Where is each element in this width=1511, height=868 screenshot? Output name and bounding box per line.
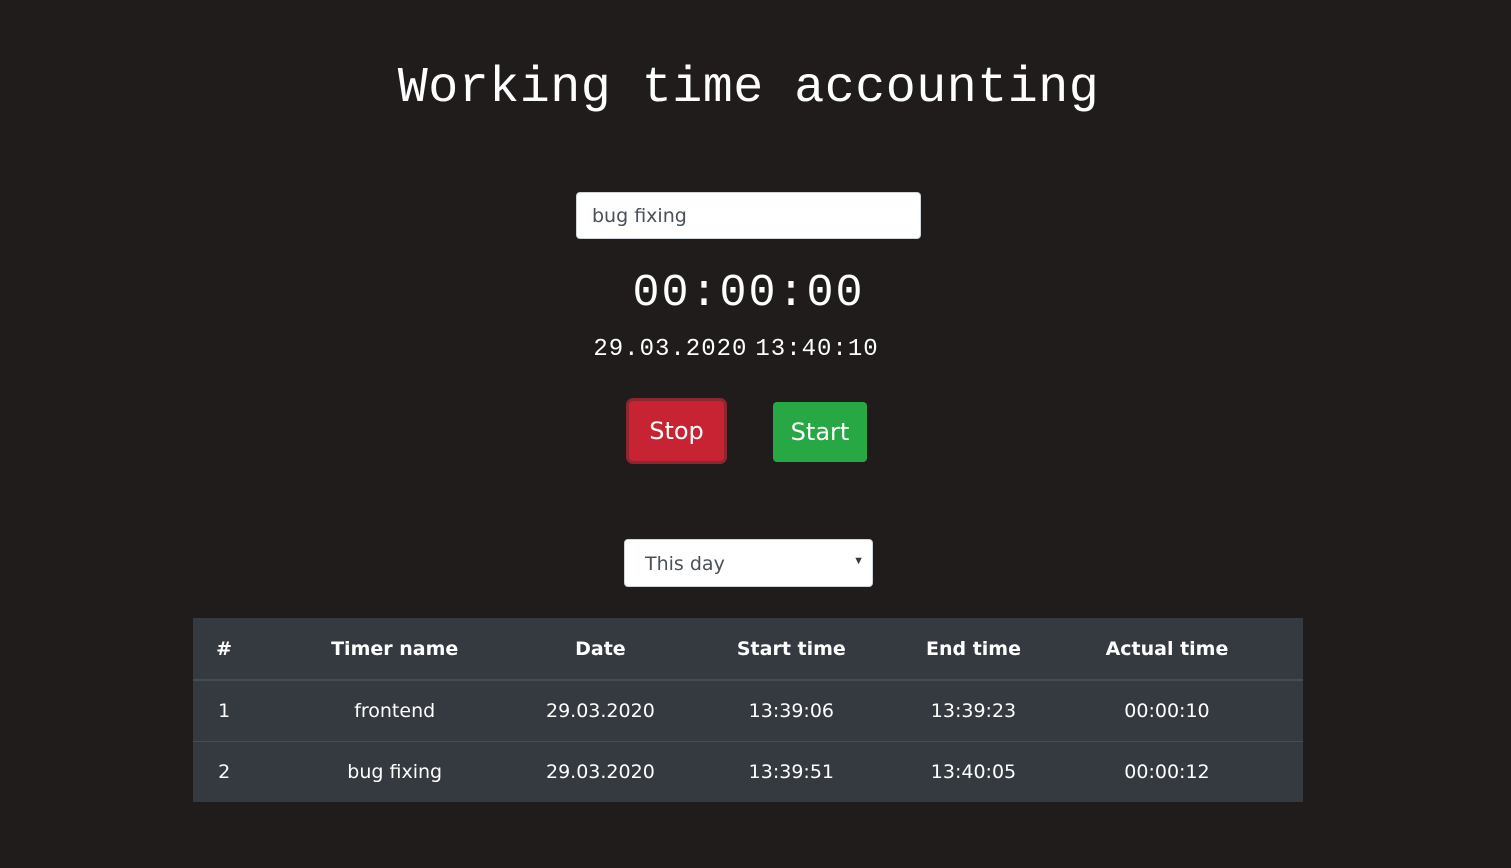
- header-end-time: End time: [915, 618, 1031, 681]
- cell-end-time: 13:40:05: [915, 741, 1031, 802]
- header-start-time: Start time: [666, 618, 916, 681]
- cell-end-time: 13:39:23: [930, 700, 1017, 722]
- timer-name-input[interactable]: [576, 192, 921, 239]
- elapsed-timer-display: 00:00:00: [632, 268, 865, 319]
- period-select[interactable]: This day ▼: [624, 539, 873, 587]
- cell-timer-name: frontend: [354, 700, 436, 722]
- stop-button[interactable]: Stop: [629, 401, 724, 461]
- table-header-row: # Timer name Date Start time End time Ac…: [193, 618, 1303, 681]
- cell-start-time: 13:39:51: [666, 741, 916, 802]
- header-date: Date: [534, 618, 667, 681]
- cell-date: 29.03.2020: [534, 741, 667, 802]
- cell-number: 1: [218, 700, 231, 722]
- cell-number: 2: [193, 741, 256, 802]
- table-row: 1 frontend 29.03.2020 13:39:06 13:39:23 …: [193, 680, 1303, 742]
- cell-start-time: 13:39:06: [748, 700, 834, 722]
- cell-date: 29.03.2020: [546, 700, 655, 722]
- start-button[interactable]: Start: [773, 402, 867, 462]
- cell-timer-name: bug fixing: [255, 741, 535, 802]
- period-select-value: This day: [645, 553, 725, 575]
- header-actual-time: Actual time: [1030, 618, 1303, 681]
- cell-actual-time: 00:00:10: [1124, 700, 1210, 722]
- header-number: #: [193, 618, 256, 681]
- current-datetime: 29.03.2020 13:40:10: [0, 336, 1472, 363]
- header-timer-name: Timer name: [255, 618, 535, 681]
- table-row: 2 bug fixing 29.03.2020 13:39:51 13:40:0…: [193, 741, 1303, 802]
- timers-table: # Timer name Date Start time End time Ac…: [193, 618, 1303, 802]
- cell-actual-time: 00:00:12: [1030, 741, 1303, 802]
- current-date: 29.03.2020: [593, 336, 748, 363]
- current-time: 13:40:10: [755, 336, 879, 363]
- page-title: Working time accounting: [397, 60, 1100, 117]
- chevron-down-icon: ▼: [853, 555, 864, 567]
